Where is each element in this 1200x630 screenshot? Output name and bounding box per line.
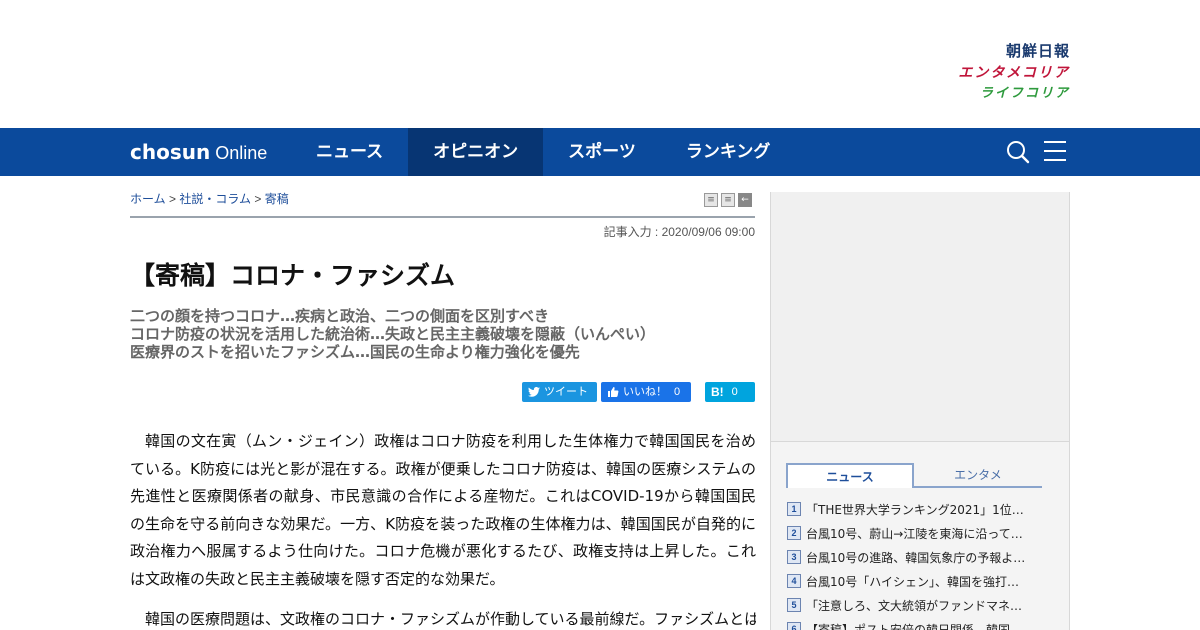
breadcrumb-current[interactable]: 寄稿: [265, 192, 289, 206]
rank-title[interactable]: 「注意しろ、文大統領がファンドマネ…: [806, 597, 1043, 614]
life-korea-logo[interactable]: ライフコリア: [958, 87, 1070, 100]
entame-korea-logo[interactable]: エンタメコリア: [958, 66, 1070, 80]
article-headline: 【寄稿】コロナ・ファシズム: [130, 261, 456, 290]
ranking-item[interactable]: 6 【寄稿】ポスト安倍の韓日関係、韓国…: [787, 617, 1047, 630]
rank-title[interactable]: 台風10号の進路、韓国気象庁の予報よ…: [806, 549, 1043, 566]
chosun-ilbo-logo[interactable]: 朝鮮日報: [958, 44, 1070, 59]
print-icon[interactable]: ≡: [704, 193, 718, 207]
thumbs-up-icon: [608, 387, 619, 397]
ranking-item[interactable]: 2 台風10号、蔚山→江陵を東海に沿って…: [787, 521, 1047, 545]
rank-title[interactable]: 台風10号、蔚山→江陵を東海に沿って…: [806, 525, 1043, 542]
ranking-item[interactable]: 5 「注意しろ、文大統領がファンドマネ…: [787, 593, 1047, 617]
logo-bold-text: chosun: [130, 140, 211, 164]
hatena-bookmark-button[interactable]: B! 0: [705, 382, 755, 402]
logo-light-text: Online: [215, 143, 268, 163]
hatena-count: 0: [731, 386, 738, 398]
hatena-b-icon: B!: [711, 385, 724, 399]
subhead: コロナ防疫の状況を活用した統治術…失政と民主主義破壊を隠蔽（いんぺい）: [130, 325, 656, 343]
ranking-list: 1 「THE世界大学ランキング2021」1位… 2 台風10号、蔚山→江陵を東海に沿…: [787, 497, 1047, 630]
nav-item-sports[interactable]: スポーツ: [543, 128, 661, 176]
ranking-tabs: ニュース エンタメ: [786, 463, 1042, 488]
ranking-item[interactable]: 1 「THE世界大学ランキング2021」1位…: [787, 497, 1047, 521]
article-tools: ≡ ≡ ←: [704, 193, 752, 207]
search-icon[interactable]: [1006, 140, 1030, 168]
rank-title[interactable]: 「THE世界大学ランキング2021」1位…: [806, 501, 1043, 518]
ranking-item[interactable]: 4 台風10号「ハイシェン」、韓国を強打…: [787, 569, 1047, 593]
brand-logos: 朝鮮日報 エンタメコリア ライフコリア: [958, 44, 1070, 101]
tweet-label: ツイート: [544, 386, 588, 398]
subhead: 医療界のストを招いたファシズム…国民の生命より権力強化を優先: [130, 343, 580, 361]
article-paragraph: 韓国の文在寅（ムン・ジェイン）政権はコロナ防疫を利用した生体権力で韓国国民を治め…: [130, 432, 756, 588]
breadcrumb: ホーム > 社説・コラム > 寄稿: [130, 190, 289, 207]
hamburger-menu-icon[interactable]: [1044, 141, 1066, 161]
breadcrumb-separator: >: [168, 192, 176, 206]
like-label: いいね！: [623, 386, 667, 398]
rank-title[interactable]: 台風10号「ハイシェン」、韓国を強打…: [806, 573, 1043, 590]
nav-item-opinion[interactable]: オピニオン: [408, 128, 544, 176]
article-date: 記事入力 : 2020/09/06 09:00: [603, 225, 755, 239]
tab-news[interactable]: ニュース: [786, 463, 914, 488]
rank-number: 4: [787, 574, 801, 588]
breadcrumb-home[interactable]: ホーム: [130, 192, 166, 206]
breadcrumb-separator: >: [254, 192, 262, 206]
facebook-like-button[interactable]: いいね！ 0: [601, 382, 691, 402]
ranking-item[interactable]: 3 台風10号の進路、韓国気象庁の予報よ…: [787, 545, 1047, 569]
like-count: 0: [674, 386, 681, 398]
rank-number: 1: [787, 502, 801, 516]
nav-item-ranking[interactable]: ランキング: [661, 128, 796, 176]
twitter-bird-icon: [528, 387, 540, 397]
article-paragraph: 韓国の医療問題は、文政権のコロナ・ファシズムが作動している最前線だ。ファシズムと…: [145, 610, 756, 628]
subhead: 二つの顔を持つコロナ…疾病と政治、二つの側面を区別すべき: [130, 307, 549, 325]
rank-number: 5: [787, 598, 801, 612]
article-body: 韓国の文在寅（ムン・ジェイン）政権はコロナ防疫を利用した生体権力で韓国国民を治め…: [130, 428, 756, 630]
rank-number: 6: [787, 622, 801, 630]
article-divider: [130, 216, 755, 218]
brand-header: 朝鮮日報 エンタメコリア ライフコリア: [0, 0, 1200, 128]
tab-entame[interactable]: エンタメ: [914, 463, 1042, 488]
rank-number: 3: [787, 550, 801, 564]
tweet-button[interactable]: ツイート: [522, 382, 597, 402]
back-arrow-icon[interactable]: ←: [738, 193, 752, 207]
nav-items: ニュース オピニオン スポーツ ランキング: [291, 128, 795, 176]
text-size-icon[interactable]: ≡: [721, 193, 735, 207]
nav-item-news[interactable]: ニュース: [291, 128, 408, 176]
rank-number: 2: [787, 526, 801, 540]
advertisement-slot[interactable]: [770, 192, 1070, 442]
article-subheads: 二つの顔を持つコロナ…疾病と政治、二つの側面を区別すべき コロナ防疫の状況を活用…: [130, 307, 655, 361]
breadcrumb-section[interactable]: 社説・コラム: [179, 192, 251, 206]
rank-title[interactable]: 【寄稿】ポスト安倍の韓日関係、韓国…: [806, 621, 1043, 630]
chosun-online-logo[interactable]: chosun Online: [130, 140, 267, 164]
